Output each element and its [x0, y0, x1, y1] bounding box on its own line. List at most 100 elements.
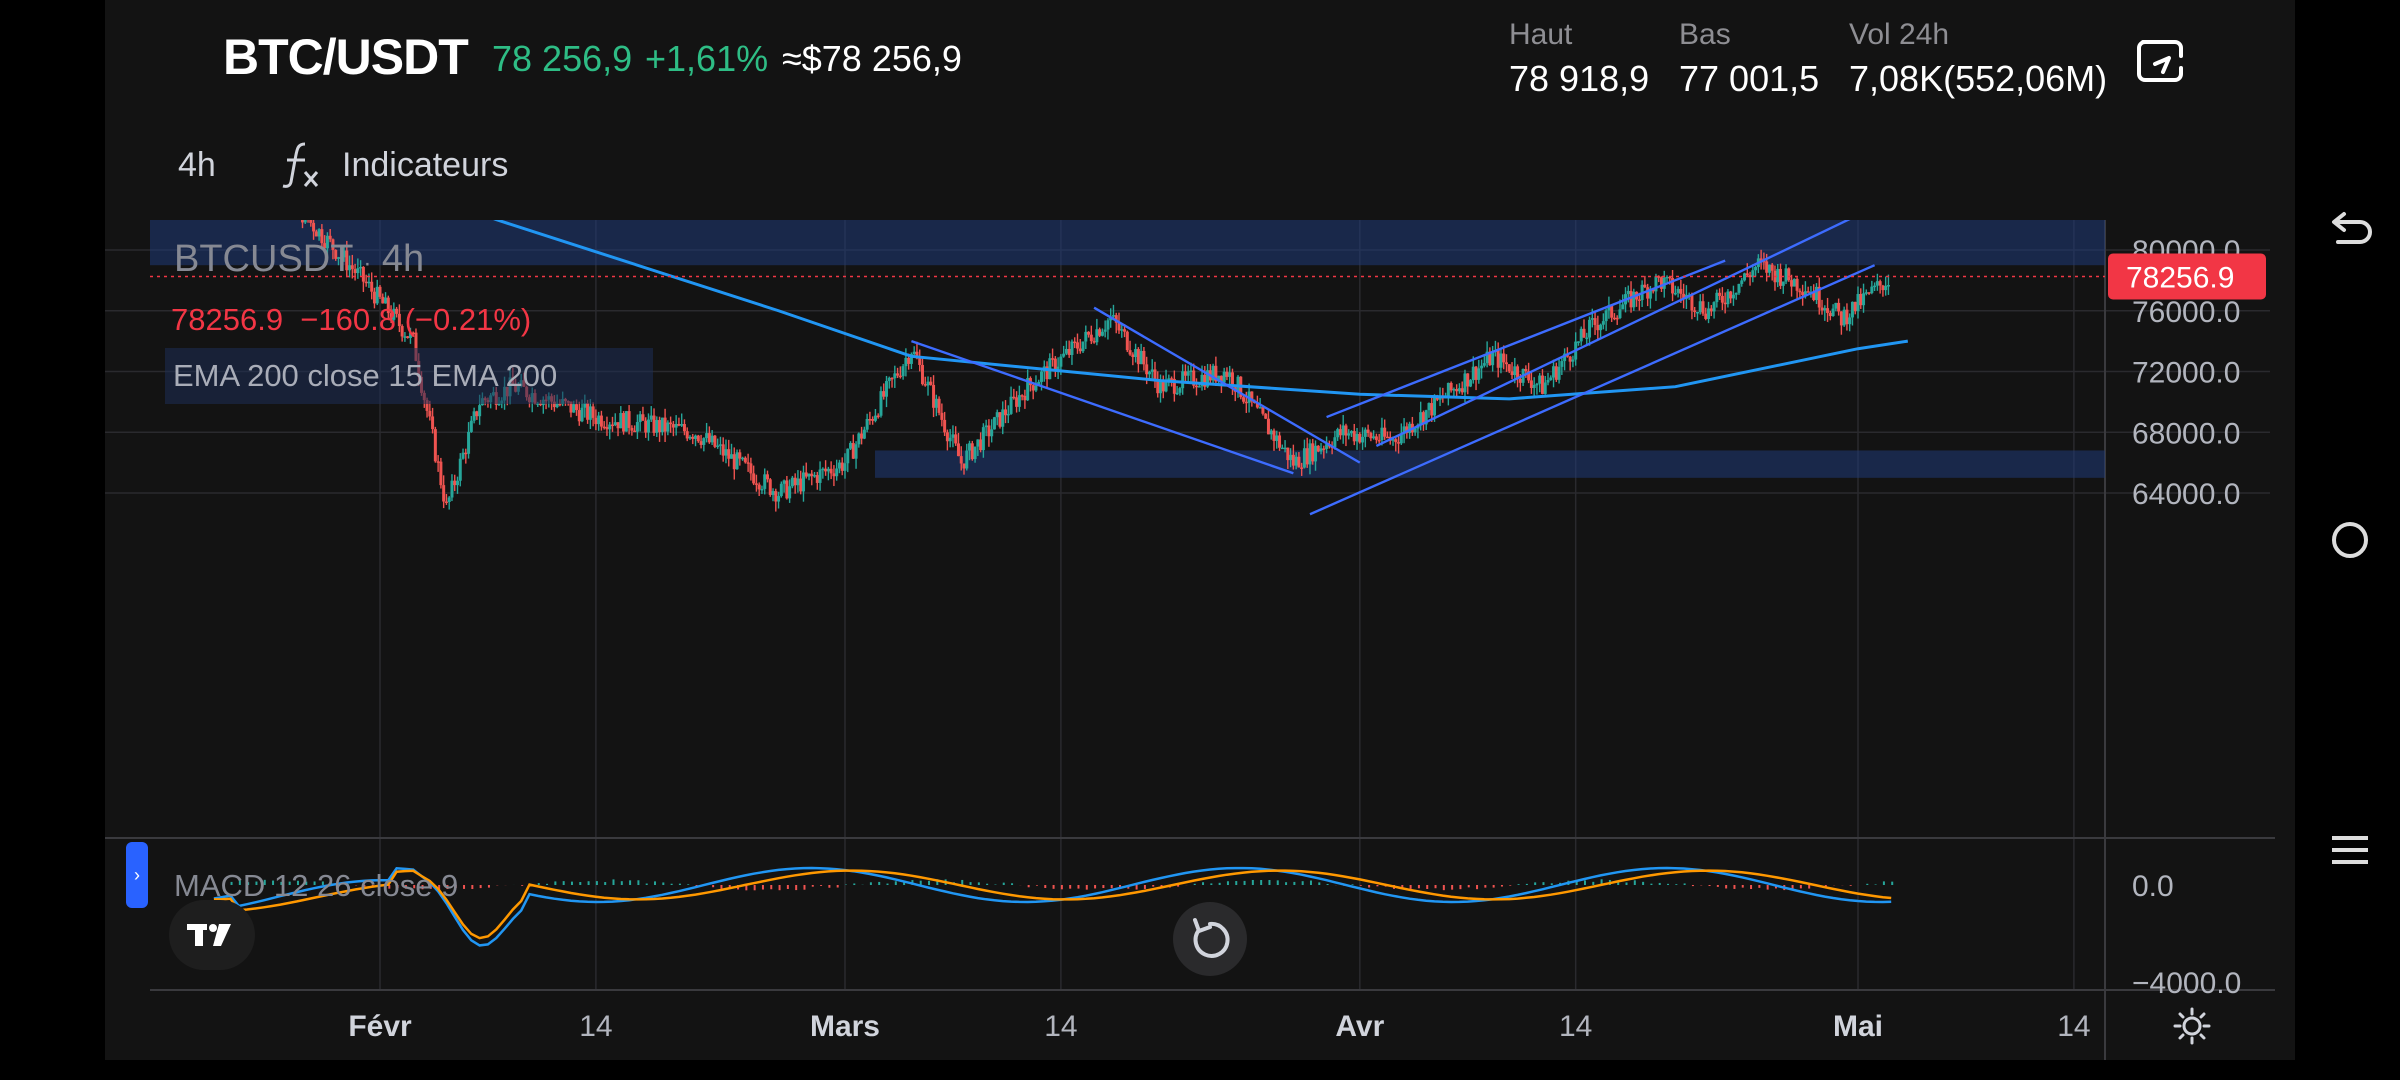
macd-signal-line — [213, 869, 1892, 940]
candle-body — [694, 435, 698, 439]
candle-body — [1873, 285, 1877, 288]
candle-body — [832, 473, 836, 477]
candle-body — [1499, 353, 1503, 368]
candle-body — [1355, 433, 1359, 442]
macd-histogram-bar — [778, 885, 781, 891]
candle-body — [1673, 292, 1677, 295]
current-price-tag-label: 78256.9 — [2126, 261, 2234, 294]
candle-body — [370, 281, 374, 292]
candle-body — [835, 468, 839, 477]
ema-legend-box[interactable]: EMA 200 close 15 EMA 200 — [165, 348, 653, 404]
candle-body — [882, 391, 886, 397]
recents-icon[interactable] — [2320, 820, 2380, 880]
candle-body — [774, 491, 778, 502]
candle-body — [1820, 307, 1824, 311]
time-axis[interactable]: Févr 14 Mars 14 Avr 14 Mai 14 — [348, 1010, 2090, 1043]
function-fx-icon[interactable] — [279, 140, 323, 190]
macd-histogram-bar — [1326, 883, 1329, 885]
pair-title[interactable]: BTC/USDT — [223, 28, 469, 86]
candle-body — [1225, 371, 1229, 377]
macd-histogram-bar — [1733, 885, 1736, 889]
macd-histogram-bar — [1359, 885, 1362, 886]
candle-body — [724, 449, 728, 456]
candle-body — [1712, 302, 1716, 312]
candle-body — [1183, 371, 1187, 376]
candle-body — [591, 406, 595, 418]
candle-body — [461, 452, 465, 459]
candle-body — [1015, 397, 1019, 407]
macd-histogram-bar — [1210, 883, 1213, 885]
macd-histogram-bar — [1517, 884, 1520, 885]
reset-button[interactable] — [1173, 902, 1247, 976]
candle-body — [1374, 436, 1378, 440]
candle-body — [940, 412, 944, 420]
back-icon[interactable] — [2320, 200, 2380, 260]
candle-body — [314, 231, 318, 237]
zone-rect — [875, 450, 2105, 478]
candle-body — [879, 391, 883, 416]
candle-body — [777, 496, 781, 502]
price-axis-label: 72000.0 — [2132, 357, 2240, 390]
candle-body — [970, 443, 974, 460]
low-value: 77 001,5 — [1679, 58, 1820, 99]
candle-body — [1767, 264, 1771, 273]
settings-gear-icon[interactable] — [2172, 1006, 2212, 1046]
candle-body — [810, 473, 814, 477]
candle-body — [444, 501, 448, 504]
candle-body — [1314, 445, 1318, 462]
candle-body — [1610, 305, 1614, 318]
chevron-right-icon[interactable]: › — [126, 842, 148, 908]
fullscreen-icon[interactable] — [2135, 38, 2185, 84]
trend-line[interactable] — [1093, 306, 1361, 464]
candle-body — [1585, 337, 1589, 340]
macd-histogram-bar — [1882, 881, 1885, 885]
candle-body — [1419, 412, 1423, 425]
candle-body — [1128, 350, 1132, 355]
candle-body — [674, 423, 678, 428]
candle-body — [1363, 429, 1367, 437]
tradingview-logo[interactable] — [169, 900, 255, 970]
candle-body — [1136, 349, 1140, 365]
candle-body — [1828, 312, 1832, 317]
candle-body — [1770, 264, 1774, 271]
candle-body — [1665, 276, 1669, 279]
candle-body — [666, 422, 670, 432]
candle-body — [934, 398, 938, 408]
candle-body — [303, 220, 307, 223]
macd-histogram-bar — [986, 883, 989, 885]
candle-body — [826, 468, 830, 472]
high-label: Haut — [1509, 18, 1573, 51]
candle-body — [1729, 291, 1733, 299]
candle-body — [1618, 309, 1622, 319]
candle-body — [965, 450, 969, 469]
macd-histogram-bar — [1592, 881, 1595, 885]
candle-body — [1845, 309, 1849, 325]
candle-body — [1704, 313, 1708, 319]
macd-histogram-bar — [1035, 885, 1038, 886]
candle-body — [782, 480, 786, 484]
candle-body — [1867, 292, 1871, 294]
candle-body — [649, 415, 653, 420]
candle-body — [660, 417, 664, 433]
candle-body — [749, 463, 753, 474]
legend-close: 78256.9 — [171, 302, 284, 337]
macd-histogram-bar — [1791, 885, 1794, 889]
candle-body — [865, 418, 869, 430]
candle-body — [1369, 433, 1373, 439]
candle-body — [813, 475, 817, 477]
candle-body — [1397, 442, 1401, 444]
macd-histogram-bar — [1260, 880, 1263, 885]
trend-line[interactable] — [1326, 259, 1726, 419]
candle-body — [627, 411, 631, 428]
indicators-button[interactable]: Indicateurs — [342, 146, 508, 185]
macd-histogram-bar — [720, 885, 723, 889]
macd-histogram-bar — [1874, 884, 1877, 885]
home-icon[interactable] — [2320, 510, 2380, 570]
time-axis-label: Févr — [348, 1010, 412, 1043]
macd-histogram-bar — [546, 883, 549, 885]
interval-selector[interactable]: 4h — [178, 146, 216, 185]
candle-body — [1272, 430, 1276, 441]
candle-body — [616, 422, 620, 429]
macd-histogram-bar — [678, 883, 681, 885]
macd-histogram-bar — [1849, 885, 1852, 886]
